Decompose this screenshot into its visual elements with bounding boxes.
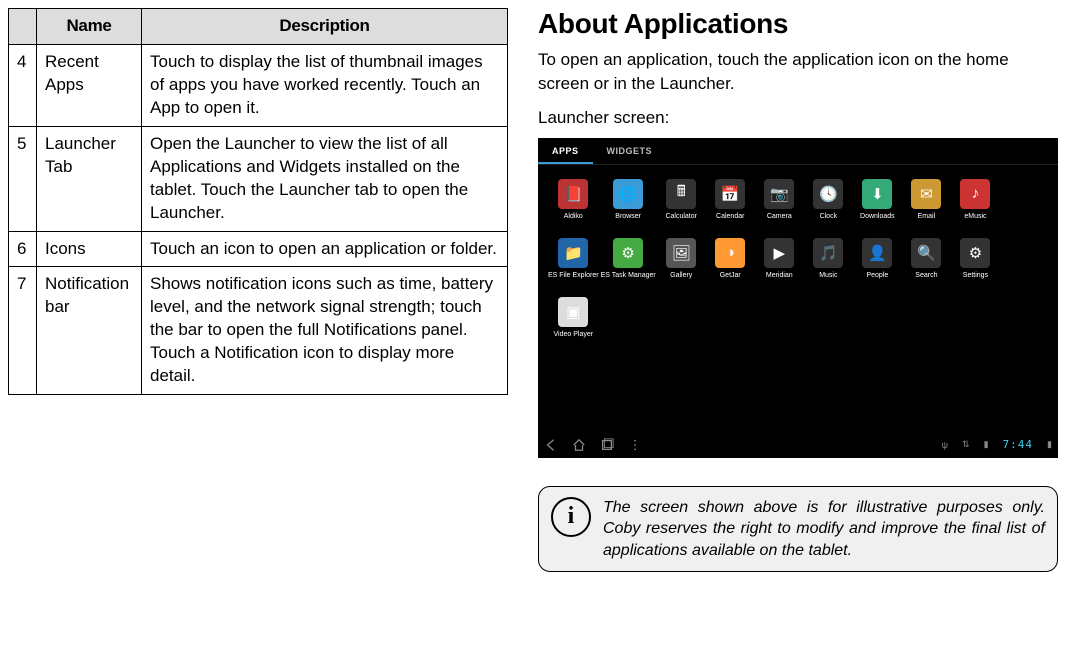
- app-icon: 🖼: [666, 238, 696, 268]
- app-label: Video Player: [554, 331, 594, 338]
- app-icon: ▶: [764, 238, 794, 268]
- info-box: i The screen shown above is for illustra…: [538, 486, 1058, 573]
- header-description: Description: [142, 9, 508, 45]
- app-label: Clock: [820, 213, 838, 220]
- app-label: Music: [819, 272, 837, 279]
- app-item[interactable]: 📅 Calendar: [707, 179, 754, 220]
- app-icon: 🎵: [813, 238, 843, 268]
- app-icon: ▣: [558, 297, 588, 327]
- app-item[interactable]: ▶ Meridian: [756, 238, 803, 279]
- app-icon: 📕: [558, 179, 588, 209]
- screenshot-label: Launcher screen:: [538, 108, 1058, 128]
- app-label: eMusic: [964, 213, 986, 220]
- app-item[interactable]: 🕓 Clock: [805, 179, 852, 220]
- app-label: Search: [915, 272, 937, 279]
- app-item[interactable]: ◑ GetJar: [707, 238, 754, 279]
- app-item[interactable]: ⚙ ES Task Manager: [601, 238, 656, 279]
- row-name: Launcher Tab: [37, 126, 142, 231]
- wifi-icon: ⇅: [962, 439, 970, 450]
- tablet-screenshot: APPS WIDGETS 📕 Aldiko 🌐 Browser 🖩 Calculator 📅…: [538, 138, 1058, 458]
- app-icon: ⬇: [862, 179, 892, 209]
- app-item[interactable]: 🔍 Search: [903, 238, 950, 279]
- app-item[interactable]: 🖩 Calculator: [658, 179, 705, 220]
- battery-icon: ▮: [1047, 439, 1052, 450]
- info-icon: i: [551, 497, 591, 537]
- table-row: 4Recent AppsTouch to display the list of…: [9, 44, 508, 126]
- header-name: Name: [37, 9, 142, 45]
- row-name: Recent Apps: [37, 44, 142, 126]
- app-item[interactable]: ⬇ Downloads: [854, 179, 901, 220]
- section-heading: About Applications: [538, 8, 1058, 40]
- row-num: 6: [9, 231, 37, 267]
- app-label: Settings: [963, 272, 988, 279]
- app-icon: 📷: [764, 179, 794, 209]
- app-item[interactable]: 📷 Camera: [756, 179, 803, 220]
- app-icon: 👤: [862, 238, 892, 268]
- app-icon: 🕓: [813, 179, 843, 209]
- app-item[interactable]: 🌐 Browser: [601, 179, 656, 220]
- app-icon: ⚙: [613, 238, 643, 268]
- table-row: 7Notification barShows notification icon…: [9, 267, 508, 395]
- info-text: The screen shown above is for illustrati…: [603, 497, 1045, 562]
- app-label: Calendar: [716, 213, 744, 220]
- status-time: 7:44: [1003, 438, 1034, 451]
- app-item[interactable]: ✉ Email: [903, 179, 950, 220]
- app-item[interactable]: 🖼 Gallery: [658, 238, 705, 279]
- app-label: GetJar: [720, 272, 741, 279]
- tab-widgets[interactable]: WIDGETS: [593, 138, 667, 164]
- table-row: 5Launcher TabOpen the Launcher to view t…: [9, 126, 508, 231]
- app-item[interactable]: 📕 Aldiko: [548, 179, 599, 220]
- app-icon: 📁: [558, 238, 588, 268]
- home-icon[interactable]: [572, 438, 586, 452]
- row-desc: Shows notification icons such as time, b…: [142, 267, 508, 395]
- app-icon: ⚙: [960, 238, 990, 268]
- app-icon: 🖩: [666, 179, 696, 209]
- app-item[interactable]: ▣ Video Player: [548, 297, 599, 338]
- app-icon: ♪: [960, 179, 990, 209]
- app-item[interactable]: 👤 People: [854, 238, 901, 279]
- app-icon: 🌐: [613, 179, 643, 209]
- back-icon[interactable]: [544, 438, 558, 452]
- app-label: Calculator: [665, 213, 697, 220]
- intro-text: To open an application, touch the applic…: [538, 48, 1058, 96]
- app-icon: 🔍: [911, 238, 941, 268]
- table-row: 6IconsTouch an icon to open an applicati…: [9, 231, 508, 267]
- app-label: People: [866, 272, 888, 279]
- row-num: 7: [9, 267, 37, 395]
- row-name: Notification bar: [37, 267, 142, 395]
- signal-icon: ▮: [984, 439, 989, 450]
- menu-icon[interactable]: [628, 438, 642, 452]
- app-label: Camera: [767, 213, 792, 220]
- app-label: Meridian: [766, 272, 793, 279]
- row-desc: Touch to display the list of thumbnail i…: [142, 44, 508, 126]
- recent-icon[interactable]: [600, 438, 614, 452]
- app-label: Email: [918, 213, 936, 220]
- row-num: 5: [9, 126, 37, 231]
- app-label: Aldiko: [564, 213, 583, 220]
- row-desc: Open the Launcher to view the list of al…: [142, 126, 508, 231]
- app-icon: ✉: [911, 179, 941, 209]
- app-label: Gallery: [670, 272, 692, 279]
- nav-bar: ψ ⇅ ▮ 7:44 ▮: [538, 432, 1058, 458]
- app-label: ES Task Manager: [601, 272, 656, 279]
- app-item[interactable]: 🎵 Music: [805, 238, 852, 279]
- row-name: Icons: [37, 231, 142, 267]
- app-label: Browser: [615, 213, 641, 220]
- app-label: Downloads: [860, 213, 895, 220]
- app-icon: 📅: [715, 179, 745, 209]
- tab-apps[interactable]: APPS: [538, 138, 593, 164]
- row-desc: Touch an icon to open an application or …: [142, 231, 508, 267]
- usb-icon: ψ: [942, 440, 948, 450]
- row-num: 4: [9, 44, 37, 126]
- app-icon: ◑: [715, 238, 745, 268]
- app-label: ES File Explorer: [548, 272, 599, 279]
- app-item[interactable]: 📁 ES File Explorer: [548, 238, 599, 279]
- header-blank: [9, 9, 37, 45]
- app-item[interactable]: ⚙ Settings: [952, 238, 999, 279]
- app-item[interactable]: ♪ eMusic: [952, 179, 999, 220]
- ui-elements-table: Name Description 4Recent AppsTouch to di…: [8, 8, 508, 395]
